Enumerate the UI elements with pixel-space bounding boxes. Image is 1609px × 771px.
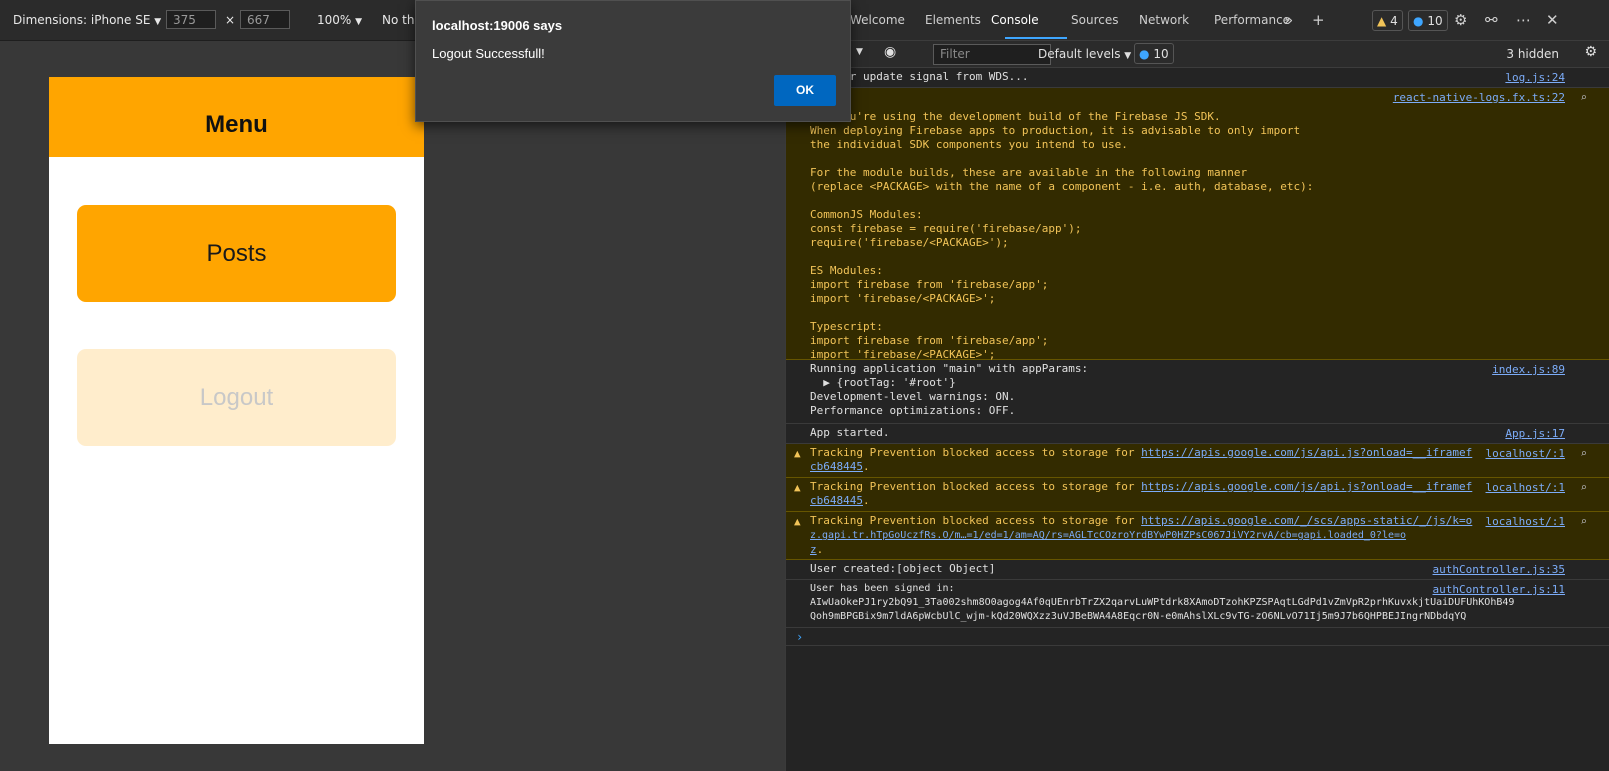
eye-icon[interactable]: ◉ — [884, 44, 896, 60]
console-message: App started. App.js:17 — [786, 424, 1609, 444]
tab-performance[interactable]: Performance — [1214, 13, 1290, 27]
more-tabs-icon[interactable]: » — [1284, 11, 1293, 29]
posts-button[interactable]: Posts — [77, 205, 396, 302]
chevron-down-icon: ▼ — [355, 17, 363, 27]
console-message: ing for update signal from WDS... log.js… — [786, 68, 1609, 88]
chevron-down-icon: ▼ — [1124, 51, 1132, 61]
console-message: User has been signed in: AIwUaOkePJ1ry2b… — [786, 580, 1609, 628]
message-icon: ● — [1139, 47, 1150, 61]
warnings-badge[interactable]: ▲ 4 — [1372, 10, 1403, 31]
source-link[interactable]: log.js:24 — [1505, 71, 1565, 84]
search-icon[interactable]: ⌕ — [1580, 481, 1587, 494]
url-link[interactable]: cb648445 — [810, 460, 863, 473]
message-icon: ● — [1413, 14, 1424, 28]
active-tab-indicator — [1005, 37, 1067, 39]
url-link[interactable]: https://apis.google.com/js/api.js?onload… — [1141, 480, 1472, 493]
zoom-select[interactable]: 100% ▼ — [317, 13, 362, 27]
source-link[interactable]: authController.js:35 — [1433, 563, 1565, 576]
phone-viewport: Menu Posts Logout — [49, 77, 424, 744]
tab-sources[interactable]: Sources — [1071, 13, 1118, 27]
times-sign: × — [225, 13, 236, 27]
warning-icon: ▲ — [794, 515, 801, 528]
tab-network[interactable]: Network — [1139, 13, 1189, 27]
messages-badge[interactable]: ● 10 — [1408, 10, 1448, 31]
console-message-warning: ▲ Tracking Prevention blocked access to … — [786, 478, 1609, 512]
source-link[interactable]: react-native-logs.fx.ts:22 — [1393, 91, 1565, 104]
page-title: Menu — [205, 111, 268, 138]
ok-button[interactable]: OK — [774, 75, 836, 106]
throttle-select[interactable]: No thr — [382, 13, 419, 27]
devtools-tabbar: Welcome Elements Console Sources Network… — [786, 0, 1609, 41]
customize-icon[interactable]: ⚯ — [1485, 11, 1498, 29]
chevron-down-icon: ▼ — [154, 17, 162, 27]
warning-icon: ▲ — [1377, 14, 1387, 28]
height-input[interactable]: 667 — [240, 10, 290, 29]
width-input[interactable]: 375 — [166, 10, 216, 29]
app-header: Menu — [49, 77, 424, 157]
source-link[interactable]: index.js:89 — [1492, 363, 1565, 376]
tab-welcome[interactable]: Welcome — [850, 13, 905, 27]
dialog-message: Logout Successfull! — [432, 46, 545, 61]
message-text: ike you're using the development build o… — [810, 110, 1314, 361]
url-link[interactable]: cb648445 — [810, 494, 863, 507]
message-text: User has been signed in: AIwUaOkePJ1ry2b… — [810, 583, 1515, 622]
warning-icon: ▲ — [794, 481, 801, 494]
device-dimensions-select[interactable]: Dimensions: iPhone SE ▼ — [13, 13, 161, 27]
search-icon[interactable]: ⌕ — [1580, 515, 1587, 528]
search-icon[interactable]: ⌕ — [1580, 447, 1587, 460]
chevron-down-icon[interactable]: ▼ — [856, 47, 863, 57]
source-link[interactable]: App.js:17 — [1505, 427, 1565, 440]
message-text: User created:[object Object] — [810, 562, 996, 575]
chevron-right-icon: › — [796, 630, 804, 644]
logout-button[interactable]: Logout — [77, 349, 396, 446]
console-output: ing for update signal from WDS... log.js… — [786, 68, 1609, 646]
search-icon[interactable]: ⌕ — [1580, 91, 1587, 104]
alert-dialog: localhost:19006 says Logout Successfull!… — [415, 0, 851, 122]
gear-icon[interactable]: ⚙ — [1584, 44, 1597, 60]
console-message-warning: ▲ Tracking Prevention blocked access to … — [786, 444, 1609, 478]
url-link[interactable]: https://apis.google.com/js/api.js?onload… — [1141, 446, 1472, 459]
console-message: User created:[object Object] authControl… — [786, 560, 1609, 580]
console-message: Running application "main" with appParam… — [786, 360, 1609, 424]
message-text: Tracking Prevention blocked access to st… — [810, 514, 1473, 556]
console-filterbar: ▼ ◉ Filter Default levels ▼ ● 10 3 hidde… — [786, 41, 1609, 68]
devtools-panel: Welcome Elements Console Sources Network… — [786, 0, 1609, 771]
source-link[interactable]: localhost/:1 — [1486, 447, 1565, 460]
url-link[interactable]: https://apis.google.com/_/scs/apps-stati… — [1141, 514, 1472, 527]
message-text: Running application "main" with appParam… — [810, 362, 1089, 417]
filter-messages-badge[interactable]: ● 10 — [1134, 43, 1174, 64]
source-link[interactable]: localhost/:1 — [1486, 481, 1565, 494]
warning-icon: ▲ — [794, 447, 801, 460]
filter-input[interactable]: Filter — [933, 44, 1051, 65]
hidden-count: 3 hidden — [1506, 47, 1559, 61]
levels-select[interactable]: Default levels ▼ — [1038, 47, 1131, 61]
message-text: App started. — [810, 426, 890, 439]
url-link[interactable]: z.gapi.tr.hTpGoUczfRs.O/m…=1/ed=1/am=AQ/… — [810, 530, 1406, 541]
source-link[interactable]: localhost/:1 — [1486, 515, 1565, 528]
dialog-title: localhost:19006 says — [432, 18, 563, 33]
url-link[interactable]: z — [810, 543, 817, 556]
source-link[interactable]: authController.js:11 — [1433, 583, 1565, 596]
add-tab-icon[interactable]: + — [1312, 11, 1325, 29]
more-options-icon[interactable]: ⋯ — [1516, 11, 1531, 29]
console-message-warning: ▲ Tracking Prevention blocked access to … — [786, 512, 1609, 560]
gear-icon[interactable]: ⚙ — [1454, 11, 1467, 29]
console-prompt-row[interactable]: › — [786, 628, 1609, 646]
tab-console[interactable]: Console — [991, 13, 1039, 27]
message-text: Tracking Prevention blocked access to st… — [810, 446, 1473, 473]
tab-elements[interactable]: Elements — [925, 13, 981, 27]
message-text: Tracking Prevention blocked access to st… — [810, 480, 1473, 507]
console-message-warning: ike you're using the development build o… — [786, 88, 1609, 361]
close-icon[interactable]: ✕ — [1546, 11, 1559, 29]
